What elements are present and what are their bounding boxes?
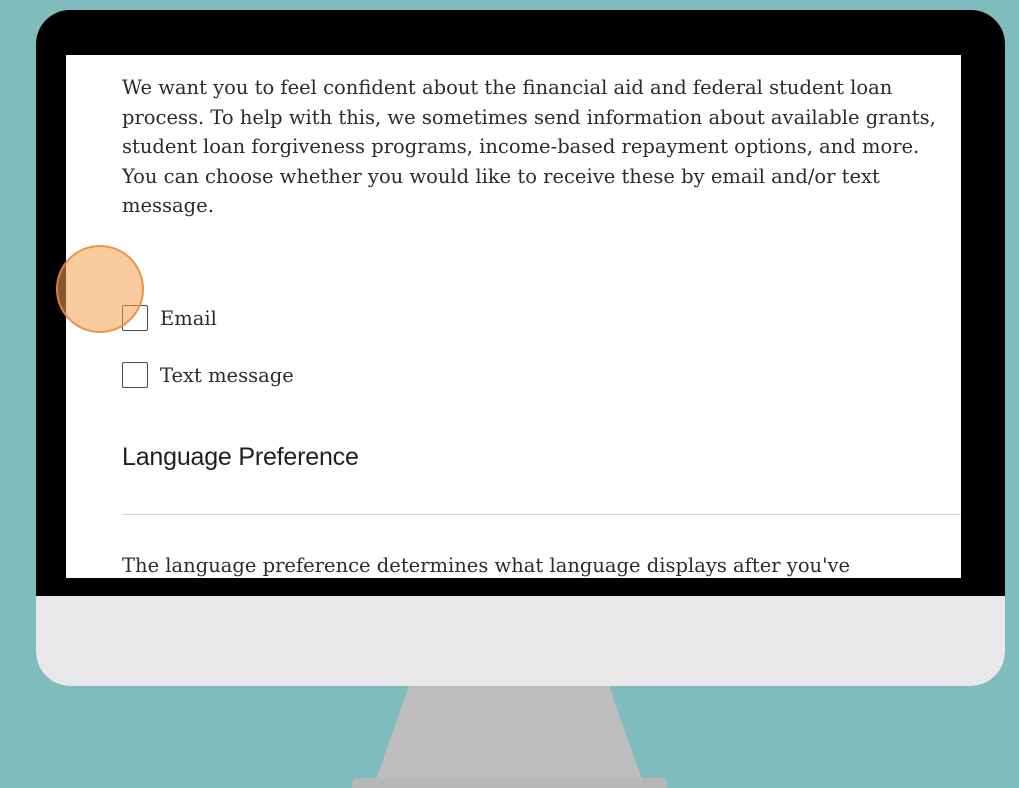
- language-preference-heading: Language Preference: [122, 443, 359, 471]
- text-message-checkbox[interactable]: [122, 362, 148, 388]
- email-option[interactable]: Email: [122, 305, 217, 331]
- text-message-option[interactable]: Text message: [122, 362, 294, 388]
- monitor-chin: [36, 596, 1005, 686]
- email-checkbox[interactable]: [122, 305, 148, 331]
- monitor-stand-neck: [373, 680, 645, 788]
- text-message-label: Text message: [160, 363, 294, 387]
- monitor-stand-base: [352, 778, 667, 788]
- monitor-frame: We want you to feel confident about the …: [36, 10, 1005, 686]
- section-divider: [122, 514, 961, 515]
- screen: We want you to feel confident about the …: [66, 55, 961, 578]
- page-content: We want you to feel confident about the …: [122, 73, 961, 577]
- language-preference-text: The language preference determines what …: [122, 554, 851, 577]
- intro-paragraph: We want you to feel confident about the …: [122, 76, 936, 217]
- email-label: Email: [160, 306, 217, 330]
